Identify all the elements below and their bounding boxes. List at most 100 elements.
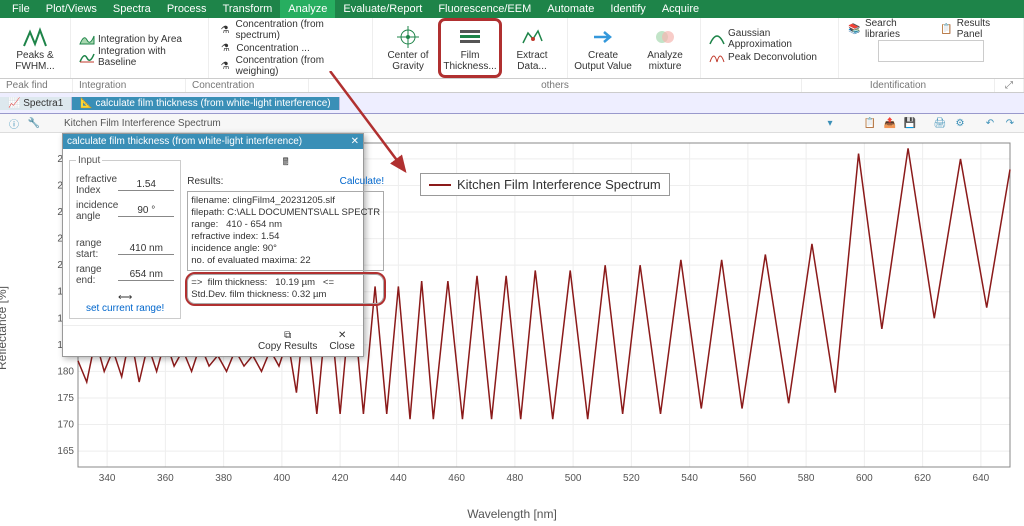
undo-icon[interactable]: ↶	[982, 115, 998, 131]
export-icon[interactable]: 📤	[882, 115, 898, 131]
legend: Kitchen Film Interference Spectrum	[420, 173, 670, 196]
create-output-button[interactable]: Create Output Value	[572, 19, 634, 77]
deconv-icon	[709, 49, 725, 65]
flask-icon: ⚗	[217, 40, 233, 56]
conc-spectrum-button[interactable]: ⚗Concentration (from spectrum)	[213, 21, 368, 39]
legend-label: Kitchen Film Interference Spectrum	[457, 177, 661, 192]
copy-results-button[interactable]: ⧉Copy Results	[258, 330, 317, 352]
svg-text:600: 600	[856, 473, 873, 484]
menu-evaluatereport[interactable]: Evaluate/Report	[335, 0, 430, 18]
settings-icon[interactable]: ⚙	[952, 115, 968, 131]
arrow-right-icon	[592, 24, 614, 50]
calculate-button[interactable]: Calculate!	[340, 176, 384, 187]
close-icon[interactable]: ✕	[351, 136, 359, 147]
search-libraries-button[interactable]: 📚Search libraries	[843, 20, 935, 38]
svg-text:640: 640	[973, 473, 990, 484]
menu-bar: FilePlot/ViewsSpectraProcessTransformAna…	[0, 0, 1024, 18]
svg-text:540: 540	[681, 473, 698, 484]
svg-text:165: 165	[57, 446, 74, 457]
range-end-field[interactable]: 654 nm	[118, 269, 174, 281]
books-icon: 📚	[847, 21, 862, 37]
calculator-icon[interactable]: 🖩	[187, 155, 384, 172]
tool-icon[interactable]: 🔧	[26, 115, 42, 131]
results-panel-button[interactable]: 📋Results Panel	[935, 20, 1019, 38]
range-icon[interactable]: ⟷	[76, 292, 174, 303]
conc-weighing-button[interactable]: ⚗Concentration (from weighing)	[213, 57, 368, 75]
menu-automate[interactable]: Automate	[539, 0, 602, 18]
range-start-field[interactable]: 410 nm	[118, 243, 174, 255]
results-text: filename: clingFilm4_20231205.slf filepa…	[187, 191, 384, 271]
svg-text:440: 440	[390, 473, 407, 484]
menu-identify[interactable]: Identify	[602, 0, 653, 18]
tab-spectra1[interactable]: 📈 Spectra1	[0, 97, 72, 110]
menu-process[interactable]: Process	[159, 0, 215, 18]
document-title: Kitchen Film Interference Spectrum	[64, 118, 221, 129]
layers-icon	[458, 24, 482, 50]
svg-text:580: 580	[798, 473, 815, 484]
center-gravity-button[interactable]: Center of Gravity	[377, 19, 439, 77]
svg-text:560: 560	[740, 473, 757, 484]
close-button[interactable]: ✕Close	[329, 330, 355, 352]
svg-text:175: 175	[57, 393, 74, 404]
input-legend: Input	[76, 155, 102, 166]
analyze-mixture-button[interactable]: Analyze mixture	[634, 19, 696, 77]
svg-text:620: 620	[914, 473, 931, 484]
svg-text:340: 340	[99, 473, 116, 484]
copy-icon: ⧉	[284, 330, 291, 341]
target-icon	[397, 24, 419, 50]
flask-icon: ⚗	[217, 22, 232, 38]
chart-area: Reflectance [%] Wavelength [nm] 165 170 17…	[0, 133, 1024, 523]
menu-analyze[interactable]: Analyze	[280, 0, 335, 18]
y-axis-label: Reflectance [%]	[0, 286, 9, 370]
baseline-icon	[79, 49, 95, 65]
dialog-titlebar[interactable]: calculate film thickness (from white-lig…	[63, 134, 363, 149]
menu-acquire[interactable]: Acquire	[654, 0, 707, 18]
ribbon: Peaks & FWHM... Integration by Area Inte…	[0, 18, 1024, 79]
integration-baseline-button[interactable]: Integration with Baseline	[75, 48, 204, 66]
menu-transform[interactable]: Transform	[215, 0, 281, 18]
peaks-fwhm-button[interactable]: Peaks & FWHM...	[4, 19, 66, 77]
svg-text:420: 420	[332, 473, 349, 484]
set-range-button[interactable]: set current range!	[76, 303, 174, 314]
film-thickness-result: => film thickness: 10.19 µm <= Std.Dev. …	[187, 274, 384, 304]
save-icon[interactable]: 💾	[902, 115, 918, 131]
peak-icon	[22, 24, 48, 50]
mixture-icon	[654, 24, 676, 50]
svg-text:520: 520	[623, 473, 640, 484]
refractive-index-field[interactable]: 1.54	[118, 179, 174, 191]
toolbar-sub: ⓘ 🔧 Kitchen Film Interference Spectrum ▾…	[0, 114, 1024, 133]
copy-icon[interactable]: 📋	[862, 115, 878, 131]
menu-fluorescenceeem[interactable]: Fluorescence/EEM	[430, 0, 539, 18]
close-icon: ✕	[338, 330, 346, 341]
menu-spectra[interactable]: Spectra	[105, 0, 159, 18]
svg-text:180: 180	[57, 366, 74, 377]
extract-data-button[interactable]: Extract Data...	[501, 19, 563, 77]
extract-icon	[521, 24, 543, 50]
dialog-title: calculate film thickness (from white-lig…	[67, 136, 302, 147]
tab-film-thickness-dialog[interactable]: 📐 calculate film thickness (from white-l…	[72, 97, 339, 110]
print-icon[interactable]: 🖨	[932, 115, 948, 131]
search-input[interactable]	[878, 40, 984, 62]
film-thickness-button[interactable]: Film Thickness...	[439, 19, 501, 77]
svg-text:480: 480	[507, 473, 524, 484]
ribbon-group-labels: Peak find Integration Concentration othe…	[0, 79, 1024, 93]
dropdown-icon[interactable]: ▾	[822, 115, 838, 131]
gaussian-button[interactable]: Gaussian Approximation	[705, 30, 834, 48]
film-thickness-dialog: calculate film thickness (from white-lig…	[62, 133, 364, 357]
svg-text:500: 500	[565, 473, 582, 484]
info-icon[interactable]: ⓘ	[6, 115, 22, 131]
redo-icon[interactable]: ↷	[1002, 115, 1018, 131]
svg-text:360: 360	[157, 473, 174, 484]
gaussian-icon	[709, 31, 725, 47]
panel-icon: 📋	[939, 21, 954, 37]
peak-deconv-button[interactable]: Peak Deconvolution	[705, 48, 821, 66]
svg-text:460: 460	[448, 473, 465, 484]
incidence-angle-field[interactable]: 90 °	[118, 205, 174, 217]
menu-plotviews[interactable]: Plot/Views	[38, 0, 105, 18]
x-axis-label: Wavelength [nm]	[467, 507, 557, 521]
document-tabs: 📈 Spectra1 📐 calculate film thickness (f…	[0, 93, 1024, 114]
svg-text:400: 400	[274, 473, 291, 484]
legend-color-swatch	[429, 184, 451, 186]
svg-text:170: 170	[57, 420, 74, 431]
menu-file[interactable]: File	[4, 0, 38, 18]
